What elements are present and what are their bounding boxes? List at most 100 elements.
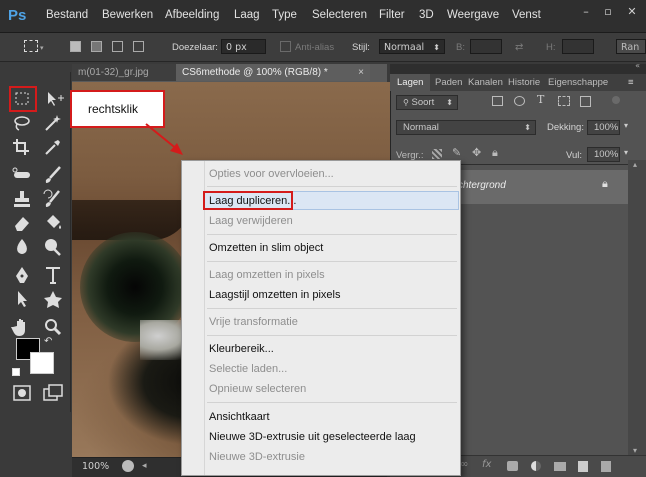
menu-item-3d-extrusion[interactable]: Nieuwe 3D-extrusie xyxy=(209,451,305,463)
menu-afbeelding[interactable]: Afbeelding xyxy=(165,9,219,21)
menu-item-reselect[interactable]: Opnieuw selecteren xyxy=(209,383,306,395)
status-info-icon[interactable] xyxy=(122,460,134,472)
link-layers-icon[interactable]: ∞ xyxy=(460,459,468,470)
lasso-tool-icon[interactable] xyxy=(9,112,35,134)
tab-kanalen[interactable]: Kanalen xyxy=(468,74,503,91)
filter-type-icon[interactable]: T xyxy=(537,93,544,106)
default-colors-icon[interactable] xyxy=(12,368,20,376)
tab-eigenschappen[interactable]: Eigenschappe xyxy=(548,74,608,91)
maximize-icon[interactable]: ▫ xyxy=(598,5,618,19)
feather-input[interactable]: 0 px xyxy=(221,39,266,54)
antialias-checkbox[interactable] xyxy=(280,41,291,52)
menu-item-postcard[interactable]: Ansichtkaart xyxy=(209,411,270,423)
clone-stamp-icon[interactable] xyxy=(9,188,35,210)
lock-all-icon[interactable]: 🔒︎ xyxy=(492,146,498,160)
new-selection-icon[interactable] xyxy=(70,41,81,52)
pen-tool-icon[interactable] xyxy=(9,264,35,286)
crop-tool-icon[interactable] xyxy=(9,136,35,158)
fx-icon[interactable]: fx xyxy=(482,459,491,470)
tab-historie[interactable]: Historie xyxy=(508,74,540,91)
swap-icon[interactable]: ⇄ xyxy=(515,42,523,53)
intersect-selection-icon[interactable] xyxy=(133,41,144,52)
marquee-preset-icon[interactable] xyxy=(24,40,38,52)
background-color-swatch[interactable] xyxy=(30,352,54,374)
height-input[interactable] xyxy=(562,39,594,54)
spot-healing-icon[interactable] xyxy=(9,164,35,186)
menu-selecteren[interactable]: Selecteren xyxy=(312,9,367,21)
panel-scrollbar[interactable]: ▴ ▾ xyxy=(628,160,646,455)
menu-filter[interactable]: Filter xyxy=(379,9,405,21)
menu-item-rasterize-style[interactable]: Laagstijl omzetten in pixels xyxy=(209,289,340,301)
menu-laag[interactable]: Laag xyxy=(234,9,260,21)
blur-tool-icon[interactable] xyxy=(9,236,35,258)
menu-type[interactable]: Type xyxy=(272,9,297,21)
filter-shape-icon[interactable] xyxy=(558,96,570,106)
new-group-icon[interactable] xyxy=(554,462,566,471)
hand-tool-icon[interactable] xyxy=(9,316,35,338)
scroll-down-icon[interactable]: ▾ xyxy=(633,446,637,455)
menu-item-color-range[interactable]: Kleurbereik... xyxy=(209,343,274,355)
lock-transparent-icon[interactable] xyxy=(432,149,442,159)
lock-pixels-icon[interactable]: ✎ xyxy=(452,146,461,159)
menu-bestand[interactable]: Bestand xyxy=(46,9,88,21)
type-tool-icon[interactable] xyxy=(40,264,66,286)
screen-mode-icon[interactable] xyxy=(40,382,66,404)
subtract-selection-icon[interactable] xyxy=(112,41,123,52)
menu-3d[interactable]: 3D xyxy=(419,9,434,21)
filter-smartobject-icon[interactable] xyxy=(580,96,591,107)
layer-filter-select[interactable]: ⚲ Soort ⬍ xyxy=(396,95,458,110)
move-tool-icon[interactable] xyxy=(40,88,66,110)
chevron-down-icon[interactable]: ▾ xyxy=(624,121,628,130)
menu-item-3d-extrusion-selected[interactable]: Nieuwe 3D-extrusie uit geselecteerde laa… xyxy=(209,431,416,443)
filter-pixel-icon[interactable] xyxy=(492,96,503,106)
filter-adjustment-icon[interactable] xyxy=(514,96,525,106)
menu-item-load-selection[interactable]: Selectie laden... xyxy=(209,363,287,375)
quick-mask-icon[interactable] xyxy=(9,382,35,404)
filter-toggle-icon[interactable] xyxy=(612,96,620,104)
doc-tab-active[interactable]: CS6methode @ 100% (RGB/8) * × xyxy=(176,64,370,81)
close-icon[interactable]: ✕ xyxy=(622,5,642,19)
new-layer-icon[interactable] xyxy=(578,461,588,472)
layer-name[interactable]: chtergrond xyxy=(458,180,506,191)
blend-mode-select[interactable]: Normaal ⬍ xyxy=(396,120,536,135)
menu-bewerken[interactable]: Bewerken xyxy=(102,9,153,21)
eraser-tool-icon[interactable] xyxy=(9,212,35,234)
menu-item-blending-options[interactable]: Opties voor overvloeien... xyxy=(209,168,334,180)
shape-tool-icon[interactable] xyxy=(40,288,66,310)
paint-bucket-icon[interactable] xyxy=(40,212,66,234)
zoom-tool-icon[interactable] xyxy=(40,316,66,338)
adjustment-layer-icon[interactable] xyxy=(531,461,541,471)
doc-tab-inactive[interactable]: m(01-32)_gr.jpg xyxy=(72,64,176,81)
fill-input[interactable]: 100% xyxy=(587,147,620,162)
zoom-level[interactable]: 100% xyxy=(82,461,109,472)
add-selection-icon[interactable] xyxy=(91,41,102,52)
tab-lagen[interactable]: Lagen xyxy=(390,74,430,91)
menu-item-convert-smart-object[interactable]: Omzetten in slim object xyxy=(209,242,323,254)
scroll-up-icon[interactable]: ▴ xyxy=(633,160,637,169)
scroll-left-icon[interactable]: ◂ xyxy=(142,461,147,471)
history-brush-icon[interactable] xyxy=(40,188,66,210)
panel-menu-icon[interactable]: ≡ xyxy=(628,74,634,91)
menu-item-rasterize-layer[interactable]: Laag omzetten in pixels xyxy=(209,269,325,281)
width-input[interactable] xyxy=(470,39,502,54)
swap-colors-icon[interactable]: ↶ xyxy=(44,336,52,347)
magic-wand-icon[interactable] xyxy=(40,112,66,134)
collapse-panel-icon[interactable]: « xyxy=(635,61,640,70)
delete-layer-icon[interactable] xyxy=(601,461,611,472)
menu-weergave[interactable]: Weergave xyxy=(447,9,499,21)
lock-position-icon[interactable]: ✥ xyxy=(472,146,481,159)
add-mask-icon[interactable] xyxy=(507,461,518,471)
tab-paden[interactable]: Paden xyxy=(435,74,462,91)
brush-tool-icon[interactable] xyxy=(40,164,66,186)
eyedropper-icon[interactable] xyxy=(40,136,66,158)
menu-item-delete-layer[interactable]: Laag verwijderen xyxy=(209,215,293,227)
style-select[interactable]: Normaal ⬍ xyxy=(379,39,445,54)
menu-item-free-transform[interactable]: Vrije transformatie xyxy=(209,316,298,328)
close-tab-icon[interactable]: × xyxy=(358,64,364,81)
refine-edge-button[interactable]: Ran xyxy=(616,39,646,54)
menu-venster[interactable]: Venst xyxy=(512,9,541,21)
chevron-down-icon[interactable]: ▾ xyxy=(624,148,628,157)
path-selection-icon[interactable] xyxy=(9,288,35,310)
dodge-tool-icon[interactable] xyxy=(40,236,66,258)
opacity-input[interactable]: 100% xyxy=(587,120,620,135)
